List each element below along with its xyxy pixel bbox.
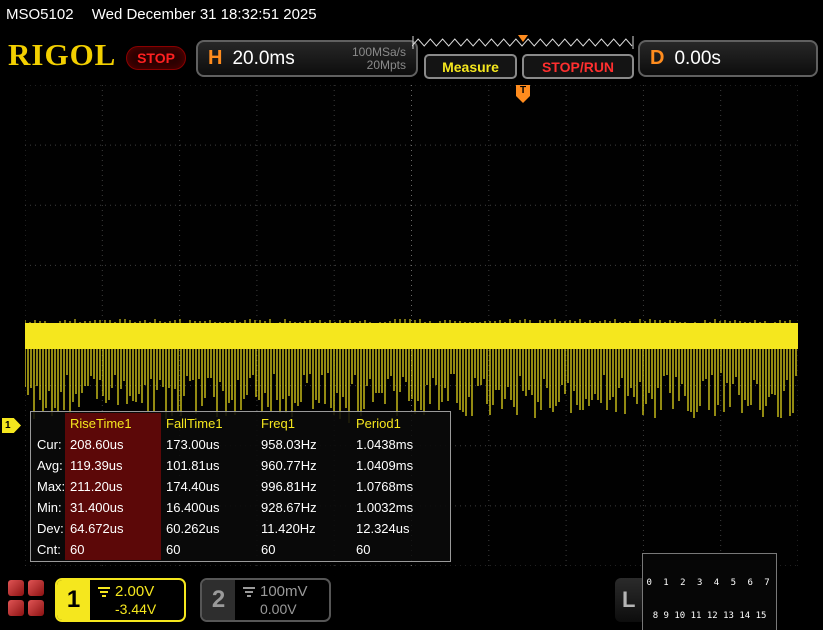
row-label: Avg: — [31, 455, 65, 476]
measure-value: 1.0032ms — [351, 497, 446, 518]
grid-square-icon — [8, 580, 24, 596]
measure-value: 12.324us — [351, 518, 446, 539]
digital-channels-row1: 0 1 2 3 4 5 6 7 — [646, 578, 772, 589]
channel1-scale: 2.00V — [115, 583, 154, 600]
digital-channels-row2: 8 9 10 11 12 13 14 15 — [646, 611, 772, 622]
measure-value: 1.0438ms — [351, 434, 446, 455]
measure-col-falltime: FallTime1 — [161, 413, 256, 434]
row-label: Max: — [31, 476, 65, 497]
measurement-row-cur: Cur: 208.60us 173.00us 958.03Hz 1.0438ms — [31, 434, 450, 455]
memory-waveform-preview — [412, 35, 634, 51]
row-label: Cur: — [31, 434, 65, 455]
measurement-panel[interactable]: RiseTime1 FallTime1 Freq1 Period1 Cur: 2… — [30, 411, 451, 562]
measure-value: 31.400us — [65, 497, 161, 518]
measure-value: 60 — [351, 539, 446, 560]
measure-value: 16.400us — [161, 497, 256, 518]
horizontal-position-strip[interactable] — [412, 35, 634, 51]
measure-value: 11.420Hz — [256, 518, 351, 539]
channel1-ground-marker[interactable]: 1 — [2, 418, 21, 433]
measurement-row-min: Min: 31.400us 16.400us 928.67Hz 1.0032ms — [31, 497, 450, 518]
measure-value: 60.262us — [161, 518, 256, 539]
stop-run-button[interactable]: STOP/RUN — [522, 54, 634, 79]
measure-value: 101.81us — [161, 455, 256, 476]
trigger-marker-arrow-icon — [516, 96, 530, 103]
digital-channel-list: 0 1 2 3 4 5 6 7 8 9 10 11 12 13 14 15 — [642, 553, 776, 630]
trigger-delay-block[interactable]: D 0.00s — [638, 40, 818, 77]
channel1-values: 2.00V -3.44V — [90, 580, 184, 620]
horizontal-label: H — [208, 47, 222, 70]
channel2-values: 100mV 0.00V — [235, 580, 329, 620]
row-label: Min: — [31, 497, 65, 518]
measure-value: 173.00us — [161, 434, 256, 455]
measure-value: 60 — [256, 539, 351, 560]
menu-grid-icon[interactable] — [8, 580, 45, 617]
measurement-row-max: Max: 211.20us 174.40us 996.81Hz 1.0768ms — [31, 476, 450, 497]
channel1-button[interactable]: 1 2.00V -3.44V — [55, 578, 186, 622]
channel2-offset: 0.00V — [243, 601, 321, 617]
status-bar: MSO5102 Wed December 31 18:32:51 2025 — [0, 0, 823, 30]
measurement-row-cnt: Cnt: 60 60 60 60 — [31, 539, 450, 560]
coupling-ground-icon — [98, 587, 110, 597]
measure-value: 64.672us — [65, 518, 161, 539]
row-label: Dev: — [31, 518, 65, 539]
measure-value: 928.67Hz — [256, 497, 351, 518]
memory-depth: 20Mpts — [367, 59, 406, 72]
logic-analyzer-label: L — [622, 587, 635, 613]
measure-value: 211.20us — [65, 476, 161, 497]
trigger-position-marker[interactable]: T — [516, 85, 530, 103]
logic-analyzer-button[interactable]: L 0 1 2 3 4 5 6 7 8 9 10 11 12 13 14 15 — [615, 578, 747, 622]
measure-col-period: Period1 — [351, 413, 446, 434]
timebase-value: 20.0ms — [232, 48, 294, 70]
measure-value: 996.81Hz — [256, 476, 351, 497]
delay-value: 0.00s — [674, 48, 720, 70]
measure-button[interactable]: Measure — [424, 54, 517, 79]
measure-value: 60 — [161, 539, 256, 560]
channel1-number: 1 — [57, 580, 90, 620]
model-name: MSO5102 — [6, 6, 74, 23]
delay-label: D — [650, 47, 664, 70]
measure-value: 958.03Hz — [256, 434, 351, 455]
channel2-number: 2 — [202, 580, 235, 620]
measurement-row-avg: Avg: 119.39us 101.81us 960.77Hz 1.0409ms — [31, 455, 450, 476]
measure-value: 1.0409ms — [351, 455, 446, 476]
grid-square-icon — [28, 600, 44, 616]
measure-col-freq: Freq1 — [256, 413, 351, 434]
acquisition-info: 100MSa/s 20Mpts — [352, 46, 406, 72]
measure-value: 1.0768ms — [351, 476, 446, 497]
run-state-badge: STOP — [126, 46, 186, 70]
channel2-button[interactable]: 2 100mV 0.00V — [200, 578, 331, 622]
sample-rate: 100MSa/s — [352, 46, 406, 59]
measurement-header-row: RiseTime1 FallTime1 Freq1 Period1 — [31, 413, 450, 434]
measure-value: 119.39us — [65, 455, 161, 476]
measure-value: 960.77Hz — [256, 455, 351, 476]
grid-square-icon — [8, 600, 24, 616]
measurement-stat-col-header — [31, 413, 65, 434]
channel2-scale: 100mV — [260, 583, 308, 600]
row-label: Cnt: — [31, 539, 65, 560]
measure-value: 60 — [65, 539, 161, 560]
trigger-marker-label: T — [516, 85, 530, 96]
rigol-logo: RIGOL — [8, 37, 116, 73]
measure-value: 174.40us — [161, 476, 256, 497]
measure-value: 208.60us — [65, 434, 161, 455]
grid-square-icon — [28, 580, 44, 596]
channel1-offset: -3.44V — [98, 601, 176, 617]
coupling-ground-icon — [243, 587, 255, 597]
horizontal-timebase-block[interactable]: H 20.0ms 100MSa/s 20Mpts — [196, 40, 418, 77]
measure-col-risetime: RiseTime1 — [65, 413, 161, 434]
measurement-row-dev: Dev: 64.672us 60.262us 11.420Hz 12.324us — [31, 518, 450, 539]
datetime: Wed December 31 18:32:51 2025 — [92, 6, 317, 23]
